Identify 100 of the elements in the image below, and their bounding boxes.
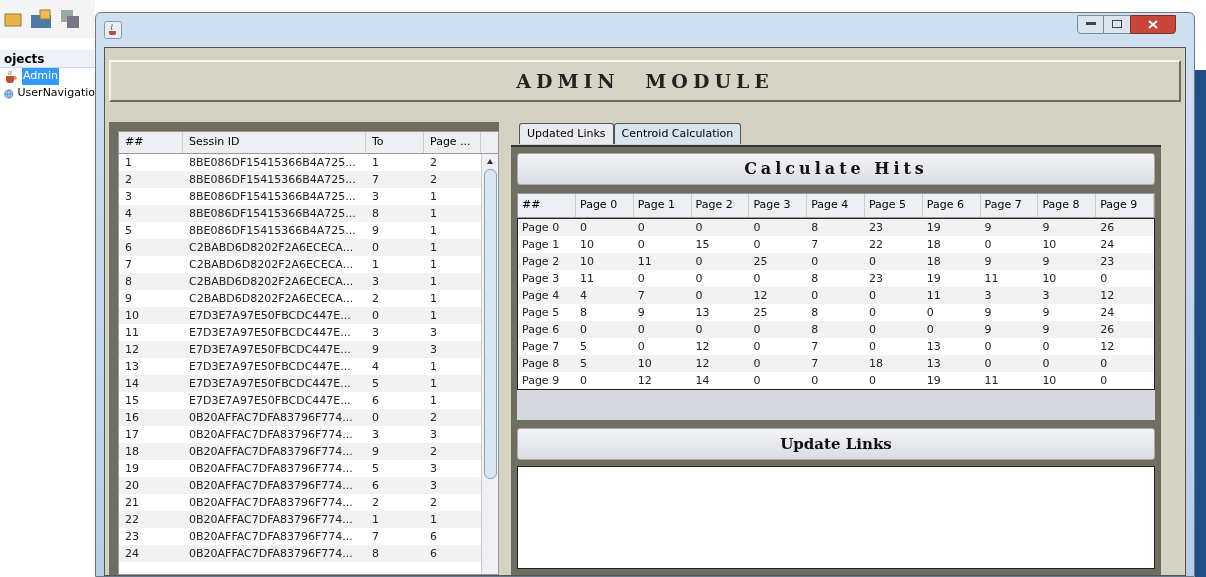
table-row[interactable]: 10 E7D3E7A97E50FBCDC447E... 0 1 bbox=[119, 307, 481, 324]
column-header[interactable]: Page 5 bbox=[865, 194, 923, 217]
column-header[interactable]: ## bbox=[119, 132, 183, 153]
table-cell-text: 26 bbox=[1099, 220, 1116, 236]
column-header[interactable]: Page 9 bbox=[1096, 194, 1154, 217]
table-cell-text: 2 bbox=[429, 172, 438, 188]
table-cell-text: 10 bbox=[1041, 373, 1058, 389]
table-cell-text: 0 bbox=[752, 322, 762, 338]
column-header[interactable]: Page 2 bbox=[691, 194, 750, 217]
table-cell-text: 0B20AFFAC7DFA83796F774... bbox=[188, 444, 354, 460]
table-row[interactable]: Page 8 5 10 12 0 7 18 13 0 0 0 bbox=[518, 355, 1154, 372]
column-header[interactable]: Sessin ID bbox=[183, 132, 366, 153]
table-row[interactable]: 2 8BE086DF15415366B4A725... 7 2 bbox=[119, 171, 481, 188]
table-cell-text: 1 bbox=[371, 155, 380, 171]
table-cell-text: 0B20AFFAC7DFA83796F774... bbox=[188, 461, 354, 477]
table-row[interactable]: Page 4 4 7 0 12 0 0 11 3 3 12 bbox=[518, 287, 1154, 304]
table-cell-text: 0 bbox=[636, 237, 646, 253]
table-cell-text: 9 bbox=[636, 305, 646, 321]
table-cell-text: 0 bbox=[752, 271, 762, 287]
table-row[interactable]: 14 E7D3E7A97E50FBCDC447E... 5 1 bbox=[119, 375, 481, 392]
table-cell-text: 14 bbox=[694, 373, 711, 389]
calculate-hits-button[interactable]: Calculate Hits bbox=[517, 153, 1155, 185]
table-cell-text: 12 bbox=[694, 356, 711, 372]
table-cell-text: E7D3E7A97E50FBCDC447E... bbox=[188, 393, 352, 409]
table-row[interactable]: 6 C2BABD6D8202F2A6ECECA... 0 1 bbox=[119, 239, 481, 256]
table-cell-text: 18 bbox=[868, 356, 884, 372]
table-cell-text: 0 bbox=[752, 373, 762, 389]
table-cell-text: 2 bbox=[371, 291, 380, 307]
table-cell-text: 1 bbox=[429, 189, 438, 205]
table-cell-text: 3 bbox=[371, 274, 380, 290]
table-cell-text: 7 bbox=[636, 288, 646, 304]
table-cell-text: 1 bbox=[429, 376, 438, 392]
table-cell-text: 0 bbox=[694, 271, 704, 287]
table-row[interactable]: 24 0B20AFFAC7DFA83796F774... 8 6 bbox=[119, 545, 481, 562]
column-header[interactable]: Page 3 bbox=[749, 194, 808, 217]
table-cell-text: 0B20AFFAC7DFA83796F774... bbox=[188, 529, 354, 545]
table-cell-text: 8BE086DF15415366B4A725... bbox=[188, 155, 357, 171]
table-cell-text: 19 bbox=[925, 373, 942, 389]
folder-icon[interactable] bbox=[4, 10, 22, 28]
table-row[interactable]: Page 0 0 0 0 0 8 23 19 9 9 26 bbox=[518, 219, 1154, 236]
table-row[interactable]: 8 C2BABD6D8202F2A6ECECA... 3 1 bbox=[119, 273, 481, 290]
table-cell-text: 9 bbox=[1041, 220, 1051, 236]
table-cell-text: 0 bbox=[752, 220, 762, 236]
table-cell-text: 3 bbox=[429, 325, 438, 341]
table-row[interactable]: Page 2 10 11 0 25 0 0 18 9 9 23 bbox=[518, 253, 1154, 270]
table-row[interactable]: 20 0B20AFFAC7DFA83796F774... 6 3 bbox=[119, 477, 481, 494]
table-cell-text: 8 bbox=[810, 271, 820, 287]
table-cell-text: 9 bbox=[1041, 254, 1051, 270]
table-row[interactable]: 4 8BE086DF15415366B4A725... 8 1 bbox=[119, 205, 481, 222]
table-cell-text: 8BE086DF15415366B4A725... bbox=[188, 172, 357, 188]
table-cell-text: 19 bbox=[925, 271, 942, 287]
table-cell-text: 0 bbox=[752, 237, 762, 253]
scroll-thumb[interactable] bbox=[483, 169, 497, 479]
table-cell-text: 2 bbox=[429, 410, 438, 426]
table-cell-text: 15 bbox=[124, 393, 140, 409]
table-row[interactable]: 12 E7D3E7A97E50FBCDC447E... 9 3 bbox=[119, 341, 481, 358]
table-cell-text: 0 bbox=[868, 254, 877, 270]
table-cell-text: 9 bbox=[983, 220, 993, 236]
close-button[interactable] bbox=[1130, 14, 1176, 34]
table-row[interactable]: 22 0B20AFFAC7DFA83796F774... 1 1 bbox=[119, 511, 481, 528]
table-cell-text: 8BE086DF15415366B4A725... bbox=[188, 223, 357, 239]
maximize-button[interactable] bbox=[1104, 14, 1130, 34]
table-row[interactable]: 18 0B20AFFAC7DFA83796F774... 9 2 bbox=[119, 443, 481, 460]
column-header[interactable]: Page 7 bbox=[980, 194, 1039, 217]
table-row[interactable]: Page 6 0 0 0 0 8 0 0 9 9 26 bbox=[518, 321, 1154, 338]
tab[interactable]: Centroid Calculation bbox=[613, 123, 742, 144]
column-header[interactable]: Page 4 bbox=[807, 194, 865, 217]
tab[interactable]: Updated Links bbox=[519, 123, 614, 144]
table-cell-text: 16 bbox=[124, 410, 140, 426]
table-cell-text: 0 bbox=[579, 373, 588, 389]
table-cell-text: 8 bbox=[810, 322, 820, 338]
column-header[interactable]: Page ... bbox=[424, 132, 481, 153]
table-cell-text: Page 6 bbox=[521, 322, 561, 338]
column-header[interactable]: Page 8 bbox=[1038, 194, 1097, 217]
table-cell-text: 26 bbox=[1099, 322, 1116, 338]
table-cell-text: 12 bbox=[124, 342, 140, 358]
table-cell-text: Page 5 bbox=[521, 305, 561, 321]
table-cell-text: 2 bbox=[429, 444, 438, 460]
table-cell-text: 7 bbox=[371, 529, 380, 545]
column-header[interactable]: To bbox=[366, 132, 424, 153]
table-cell-text: 24 bbox=[1099, 305, 1116, 321]
column-header[interactable]: Page 1 bbox=[633, 194, 692, 217]
save-all-icon[interactable] bbox=[60, 9, 80, 29]
table-cell-text: 0 bbox=[371, 410, 380, 426]
minimize-button[interactable] bbox=[1077, 14, 1104, 34]
update-links-button[interactable]: Update Links bbox=[517, 428, 1155, 460]
table-row[interactable]: 16 0B20AFFAC7DFA83796F774... 0 2 bbox=[119, 409, 481, 426]
table-cell-text: 3 bbox=[983, 288, 993, 304]
column-header[interactable]: ## bbox=[518, 194, 576, 217]
scrollbar[interactable] bbox=[481, 154, 498, 574]
table-cell-text: 7 bbox=[810, 237, 820, 253]
project-item[interactable]: UserNavigatio bbox=[0, 85, 95, 102]
table-cell-text: 6 bbox=[429, 546, 438, 562]
table-cell-text: 0 bbox=[371, 240, 380, 256]
column-header[interactable]: Page 0 bbox=[576, 194, 634, 217]
scroll-up-arrow-icon[interactable] bbox=[486, 158, 494, 166]
column-header[interactable]: Page 6 bbox=[922, 194, 981, 217]
table-cell-text: 23 bbox=[868, 220, 884, 236]
table-cell-text: 0 bbox=[925, 305, 935, 321]
project-folder-icon[interactable] bbox=[30, 9, 52, 29]
